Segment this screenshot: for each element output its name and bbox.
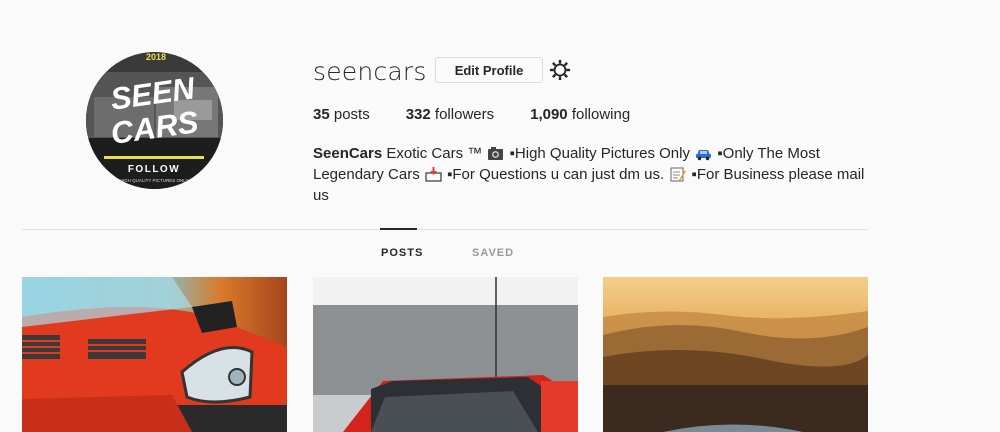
bio-seg4: ▪For Questions u can just dm us. (447, 166, 665, 183)
followers-link[interactable]: 332 followers (406, 106, 494, 123)
bio-name: SeenCars (313, 145, 383, 162)
memo-emoji-icon (669, 167, 687, 182)
profile-avatar[interactable]: 2018 SEEN CARS FOLLOW HIGH QUALITY PICTU… (86, 52, 223, 189)
posts-count-value: 35 (313, 106, 330, 123)
profile-stats: 35 posts 332 followers 1,090 following (313, 106, 666, 123)
post-thumbnail[interactable] (603, 277, 868, 432)
bio-seg1: Exotic Cars ™ (386, 145, 483, 162)
profile-username: seencars (313, 57, 427, 86)
following-label: following (571, 106, 631, 123)
avatar-top-text: 2018 (146, 52, 166, 62)
edit-profile-button[interactable]: Edit Profile (435, 57, 543, 83)
following-count-value: 1,090 (530, 106, 568, 123)
tab-posts[interactable]: POSTS (381, 247, 423, 259)
tabs-divider (22, 229, 868, 230)
profile-bio: SeenCars Exotic Cars ™ ▪High Quality Pic… (313, 143, 873, 206)
post-thumbnail[interactable] (22, 277, 287, 432)
avatar-tagline: HIGH QUALITY PICTURES ONLY (120, 178, 189, 183)
car-emoji-icon (695, 146, 712, 161)
bio-seg2: ▪High Quality Pictures Only (509, 145, 690, 162)
inbox-emoji-icon (425, 167, 442, 182)
tab-active-indicator (380, 228, 417, 230)
following-link[interactable]: 1,090 following (530, 106, 630, 123)
avatar-follow: FOLLOW (128, 164, 180, 175)
posts-count: 35 posts (313, 106, 370, 123)
post-thumbnail[interactable] (313, 277, 578, 432)
followers-label: followers (434, 106, 495, 123)
camera-emoji-icon (487, 146, 504, 161)
gear-icon[interactable] (549, 59, 571, 81)
followers-count-value: 332 (405, 106, 431, 123)
tab-saved[interactable]: SAVED (472, 247, 514, 259)
posts-count-label: posts (333, 106, 370, 123)
